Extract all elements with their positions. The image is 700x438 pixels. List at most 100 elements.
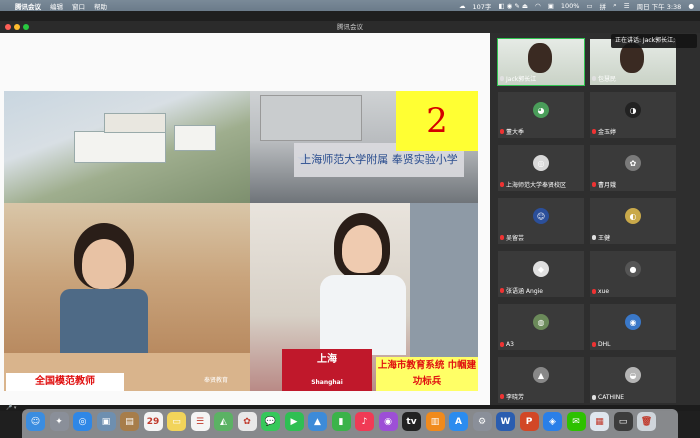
books-icon[interactable]: ▥ bbox=[425, 412, 445, 431]
participant-tile[interactable]: ● xue bbox=[590, 251, 676, 297]
safari-icon[interactable]: ◎ bbox=[73, 412, 92, 431]
participant-name-text: 王健 bbox=[598, 235, 611, 242]
menu-edit[interactable]: 编辑 bbox=[50, 1, 63, 11]
mic-control-icon[interactable]: 🎤 ▾ bbox=[6, 405, 16, 411]
participant-tile[interactable]: ◑ 金玉婷 bbox=[590, 92, 676, 138]
watermark: 奉贤教育 bbox=[204, 377, 229, 384]
participant-tile[interactable]: ◉ DHL bbox=[590, 304, 676, 350]
participant-name-text: 包慧民 bbox=[598, 76, 617, 83]
music-icon[interactable]: ♪ bbox=[355, 412, 374, 431]
messages-icon[interactable]: 💬 bbox=[261, 412, 280, 431]
status-icons[interactable]: ◧ ◉ ✎ ⏏ bbox=[498, 2, 528, 10]
mic-icon bbox=[592, 235, 596, 240]
control-center-icon[interactable]: ☰ bbox=[624, 2, 630, 10]
participant-avatar: ✿ bbox=[625, 155, 641, 171]
menu-bar: 腾讯会议 编辑 窗口 帮助 ☁ 107字 ◧ ◉ ✎ ⏏ ◠ ▣ 100% ▭ … bbox=[0, 0, 700, 11]
reminders-icon[interactable]: ☰ bbox=[190, 412, 210, 431]
mic-muted-icon bbox=[592, 129, 596, 134]
podcasts-icon[interactable]: ◉ bbox=[378, 412, 398, 431]
participant-name-text: xue bbox=[598, 288, 610, 295]
speaking-indicator: 正在讲话: Jack郭长江; bbox=[611, 34, 697, 48]
numbers-icon[interactable]: ▮ bbox=[331, 412, 351, 431]
trash-icon[interactable]: 🗑 bbox=[637, 412, 656, 431]
launchpad-icon[interactable]: ✦ bbox=[49, 412, 69, 431]
caption-left: 全国模范教师 bbox=[6, 373, 124, 391]
participant-avatar: ☺ bbox=[533, 208, 549, 224]
window-titlebar: 腾讯会议 bbox=[0, 21, 700, 33]
participant-tile[interactable]: ◐ 王健 bbox=[590, 198, 676, 244]
mic-muted-icon bbox=[500, 182, 504, 187]
participant-tile[interactable]: ✿ 曹月娥 bbox=[590, 145, 676, 191]
zoom-window-icon[interactable] bbox=[23, 24, 29, 30]
presentation-slide: ★ 上海师范大学附属 奉贤实验小学 2 上海 Shanghai 奉贤教育 全国模… bbox=[4, 91, 478, 391]
calendar-icon[interactable]: 29 bbox=[143, 412, 163, 431]
participant-name: Jack郭长江 bbox=[500, 74, 536, 83]
battery-icon[interactable]: ▭ bbox=[586, 2, 592, 10]
participant-name: 董大季 bbox=[500, 127, 524, 136]
participant-tile[interactable]: ◆ 张语涵 Angie bbox=[498, 251, 584, 297]
participant-name-text: CATHINE bbox=[598, 394, 625, 401]
caption-right: 上海市教育系统 巾帼建功标兵 bbox=[376, 357, 478, 391]
input-icon[interactable]: 拼 bbox=[600, 1, 607, 11]
photo-icon[interactable]: ▣ bbox=[96, 412, 116, 431]
participant-name: A3 bbox=[500, 341, 514, 348]
mic-muted-icon bbox=[500, 235, 504, 240]
participant-avatar: ◒ bbox=[625, 367, 641, 383]
participant-tile[interactable]: ◎ 上海师范大学奉贤校区 bbox=[498, 145, 584, 191]
menu-help[interactable]: 帮助 bbox=[94, 1, 107, 11]
mic-muted-icon bbox=[500, 342, 504, 347]
participant-avatar: ◑ bbox=[625, 102, 641, 118]
participant-name: 吴留芸 bbox=[500, 233, 524, 242]
participant-name-text: 上海师范大学奉贤校区 bbox=[506, 182, 567, 189]
participant-avatar: ◆ bbox=[533, 261, 549, 277]
participant-name-text: Jack郭长江 bbox=[506, 76, 537, 83]
keynote-icon[interactable]: ▲ bbox=[308, 412, 327, 431]
participant-tile[interactable]: ◕ 董大季 bbox=[498, 92, 584, 138]
participant-tile[interactable]: ◍ A3 bbox=[498, 304, 584, 350]
battery-percent[interactable]: 100% bbox=[561, 2, 580, 10]
participant-avatar: ◕ bbox=[533, 102, 549, 118]
word-icon[interactable]: W bbox=[496, 412, 515, 431]
menu-window[interactable]: 窗口 bbox=[72, 1, 85, 11]
ime-status[interactable]: 107字 bbox=[473, 1, 492, 11]
mic-muted-icon bbox=[500, 394, 504, 399]
participant-avatar: ▲ bbox=[533, 367, 549, 383]
powerpoint-icon[interactable]: P bbox=[519, 412, 539, 431]
participant-tile[interactable]: ◒ CATHINE bbox=[590, 357, 676, 403]
wifi-icon[interactable]: ◠ bbox=[535, 2, 541, 10]
finder-icon[interactable]: ☺ bbox=[26, 412, 45, 431]
tv-icon[interactable]: tv bbox=[402, 412, 421, 431]
minimize-window-icon[interactable] bbox=[14, 24, 20, 30]
participant-name-text: 张语涵 Angie bbox=[506, 288, 543, 295]
teacher-classroom-photo bbox=[4, 203, 250, 391]
notes-brown-icon[interactable]: ▤ bbox=[120, 412, 139, 431]
appstore-icon[interactable]: A bbox=[449, 412, 468, 431]
screenshot-icon[interactable]: ▭ bbox=[613, 412, 633, 431]
participant-name-text: DHL bbox=[598, 341, 611, 348]
close-window-icon[interactable] bbox=[5, 24, 11, 30]
participant-name-text: 李晓芳 bbox=[506, 394, 525, 401]
participant-tile[interactable]: Jack郭长江 bbox=[497, 38, 585, 86]
preview-icon[interactable]: ▦ bbox=[590, 412, 609, 431]
cloud-icon[interactable]: ☁ bbox=[459, 2, 466, 10]
clock[interactable]: 周日 下午 3:38 bbox=[637, 1, 682, 11]
participant-name: 上海师范大学奉贤校区 bbox=[500, 180, 566, 189]
screen-icon[interactable]: ▣ bbox=[548, 2, 554, 10]
app-menu[interactable]: 腾讯会议 bbox=[15, 1, 41, 11]
participant-name: 王健 bbox=[592, 233, 610, 242]
wechat-icon[interactable]: ✉ bbox=[566, 412, 586, 431]
tencent-meeting-icon[interactable]: ◈ bbox=[543, 412, 562, 431]
settings-icon[interactable]: ⚙ bbox=[472, 412, 492, 431]
photos-icon[interactable]: ✿ bbox=[237, 412, 257, 431]
notification-icon[interactable]: ● bbox=[688, 2, 694, 10]
search-icon[interactable]: ⌕ bbox=[613, 1, 617, 10]
mic-muted-icon bbox=[592, 182, 596, 187]
mic-muted-icon bbox=[592, 289, 596, 294]
facetime-icon[interactable]: ▶ bbox=[284, 412, 304, 431]
participant-name: 金玉婷 bbox=[592, 127, 616, 136]
notes-icon[interactable]: ▭ bbox=[167, 412, 186, 431]
maps-icon[interactable]: ◭ bbox=[214, 412, 233, 431]
participant-tile[interactable]: ▲ 李晓芳 bbox=[498, 357, 584, 403]
participant-tile[interactable]: ☺ 吴留芸 bbox=[498, 198, 584, 244]
mic-muted-icon bbox=[500, 129, 504, 134]
